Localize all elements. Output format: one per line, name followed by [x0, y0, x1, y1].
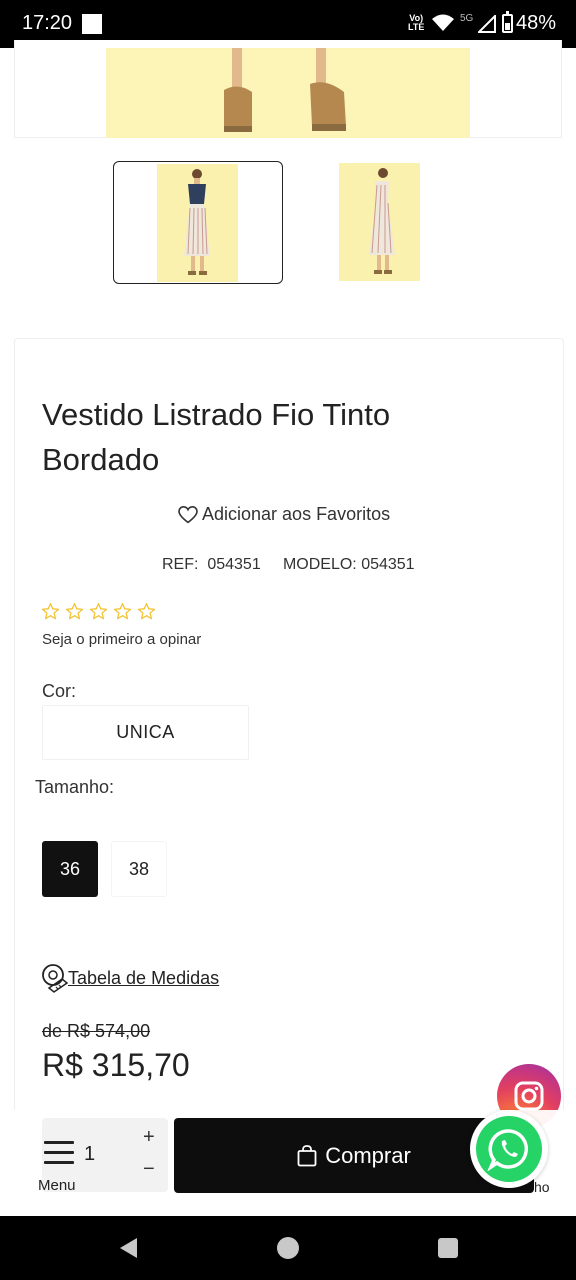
status-time: 17:20: [22, 12, 73, 34]
first-review-link[interactable]: Seja o primeiro a opinar: [42, 631, 201, 648]
color-label: Cor:: [42, 681, 77, 701]
star-icon[interactable]: [137, 602, 156, 621]
star-icon[interactable]: [65, 602, 84, 621]
main-product-image[interactable]: [106, 48, 470, 138]
notification-icon: [82, 14, 102, 34]
size-option-36[interactable]: 36: [42, 841, 98, 897]
legs-illustration: [224, 48, 346, 132]
thumbnail-photo: [157, 164, 238, 282]
star-icon[interactable]: [113, 602, 132, 621]
network-type: 5G: [460, 13, 474, 24]
rating-stars[interactable]: [41, 602, 156, 621]
wifi-icon: [432, 14, 454, 31]
quantity-increase-button[interactable]: +: [143, 1126, 155, 1149]
battery-percent: 48%: [516, 12, 557, 34]
star-icon[interactable]: [89, 602, 108, 621]
instagram-icon: [514, 1081, 544, 1111]
quantity-decrease-button[interactable]: −: [143, 1158, 155, 1181]
menu-icon[interactable]: [44, 1141, 74, 1165]
size-option-38[interactable]: 38: [111, 841, 167, 897]
recents-icon[interactable]: [438, 1238, 458, 1258]
heart-icon: [178, 505, 198, 523]
size-chart-label: Tabela de Medidas: [68, 967, 220, 988]
add-to-favorites-link[interactable]: Adicionar aos Favoritos: [178, 504, 390, 525]
reference-info: REF: 054351 MODELO: 054351: [162, 556, 415, 573]
thumbnail-2[interactable]: [295, 161, 465, 284]
whatsapp-icon: [487, 1129, 529, 1171]
size-label: Tamanho:: [35, 777, 115, 797]
battery-icon: [502, 11, 513, 33]
dress-side-illustration: [369, 168, 395, 274]
volte-icon: Vo) LTE: [408, 13, 425, 32]
thumbnail-1[interactable]: [113, 161, 283, 284]
original-price: de R$ 574,00: [42, 1021, 151, 1041]
favorites-label: Adicionar aos Favoritos: [202, 504, 391, 524]
product-title: Vestido Listrado Fio Tinto Bordado: [42, 397, 391, 477]
current-price: R$ 315,70: [42, 1047, 190, 1083]
home-icon[interactable]: [277, 1237, 299, 1259]
back-icon[interactable]: [118, 1237, 138, 1259]
buy-label: Comprar: [325, 1142, 411, 1168]
dress-front-illustration: [184, 169, 210, 275]
whatsapp-button[interactable]: [470, 1110, 548, 1188]
thumbnail-photo: [339, 163, 420, 281]
color-option-unica[interactable]: UNICA: [42, 705, 249, 760]
star-icon[interactable]: [41, 602, 60, 621]
shopping-bag-icon: [297, 1144, 317, 1166]
cart-label[interactable]: ho: [534, 1179, 550, 1195]
signal-icon: [478, 15, 496, 33]
menu-label[interactable]: Menu: [38, 1177, 76, 1194]
quantity-value[interactable]: 1: [84, 1143, 95, 1166]
size-chart-link[interactable]: Tabela de Medidas: [40, 963, 219, 993]
measuring-tape-icon: [42, 964, 68, 993]
